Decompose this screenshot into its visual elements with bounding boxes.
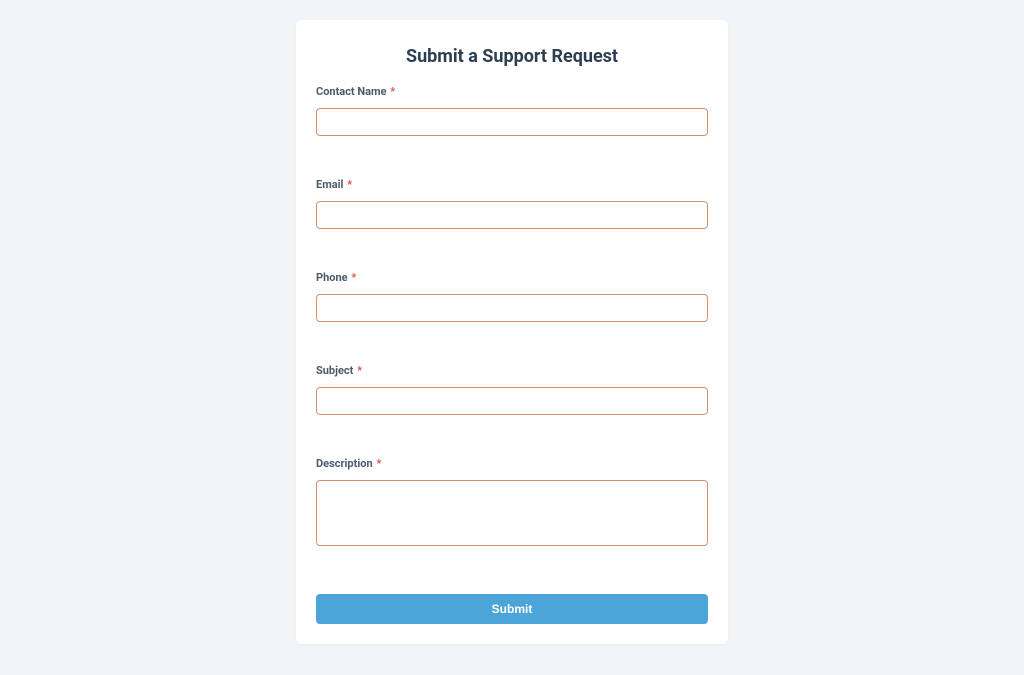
form-title: Submit a Support Request <box>316 46 708 67</box>
required-icon: * <box>357 364 362 377</box>
label-text: Contact Name <box>316 85 387 98</box>
submit-button[interactable]: Submit <box>316 594 708 624</box>
phone-label: Phone * <box>316 271 708 284</box>
label-text: Description <box>316 457 373 470</box>
label-text: Subject <box>316 364 353 377</box>
field-description: Description * <box>316 457 708 550</box>
contact-name-input[interactable] <box>316 108 708 136</box>
phone-input[interactable] <box>316 294 708 322</box>
required-icon: * <box>376 457 381 470</box>
required-icon: * <box>351 271 356 284</box>
description-label: Description * <box>316 457 708 470</box>
field-subject: Subject * <box>316 364 708 415</box>
field-phone: Phone * <box>316 271 708 322</box>
label-text: Phone <box>316 271 348 284</box>
field-contact-name: Contact Name * <box>316 85 708 136</box>
field-email: Email * <box>316 178 708 229</box>
subject-label: Subject * <box>316 364 708 377</box>
support-request-form: Submit a Support Request Contact Name * … <box>296 20 728 644</box>
email-input[interactable] <box>316 201 708 229</box>
contact-name-label: Contact Name * <box>316 85 708 98</box>
email-label: Email * <box>316 178 708 191</box>
label-text: Email <box>316 178 343 191</box>
required-icon: * <box>347 178 352 191</box>
required-icon: * <box>390 85 395 98</box>
subject-input[interactable] <box>316 387 708 415</box>
description-input[interactable] <box>316 480 708 546</box>
